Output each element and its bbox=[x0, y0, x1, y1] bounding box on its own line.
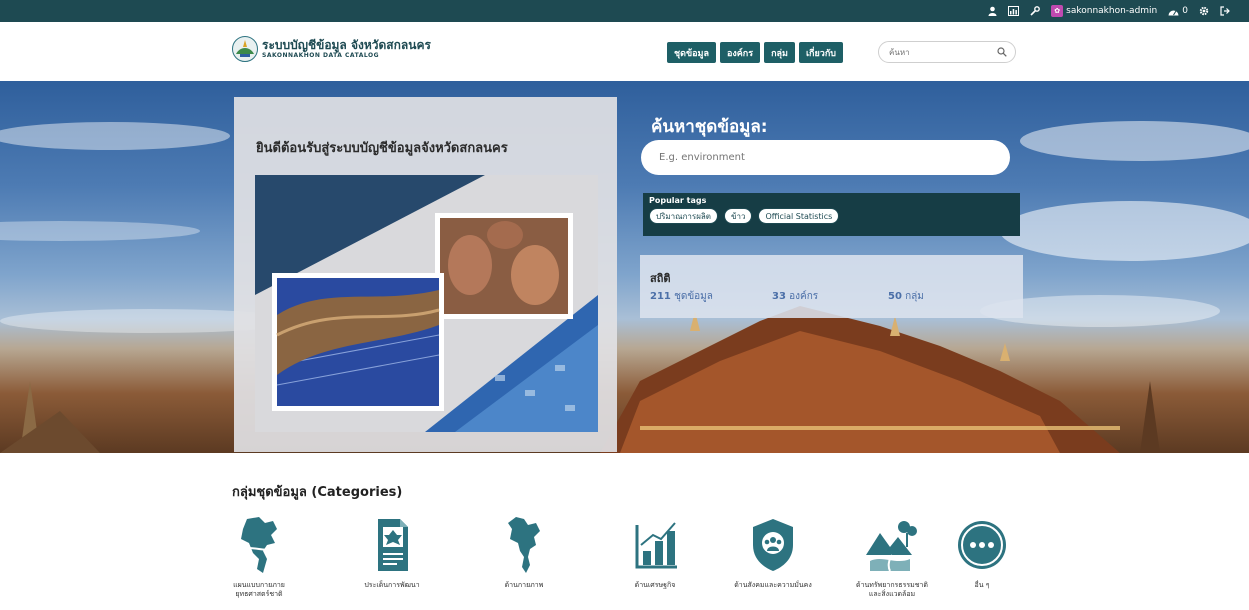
notifications-count: 0 bbox=[1182, 6, 1188, 16]
account-bar: ✿ sakonnakhon-admin 0 bbox=[0, 0, 1249, 22]
tag-official-statistics[interactable]: Official Statistics bbox=[758, 208, 840, 224]
stats-title: สถิติ bbox=[650, 272, 671, 285]
tag-rice[interactable]: ข้าว bbox=[723, 208, 753, 224]
temple-sky-background bbox=[0, 121, 1249, 453]
category-label: แผนแบบกายภาย bbox=[233, 581, 285, 589]
tag-production-volume[interactable]: ปริมาณการผลิต bbox=[649, 208, 718, 224]
org-avatar-icon: ✿ bbox=[1051, 5, 1064, 17]
category-label: ด้านเศรษฐกิจ bbox=[634, 581, 676, 589]
category-physical[interactable]: ด้านกายภาพ bbox=[474, 515, 574, 590]
nav-organizations[interactable]: องค์กร bbox=[719, 42, 761, 63]
user-profile-link[interactable]: ✿ sakonnakhon-admin bbox=[1051, 5, 1157, 17]
thailand-map-icon bbox=[236, 517, 284, 573]
dashboard-link[interactable] bbox=[1008, 6, 1020, 16]
logout-link[interactable] bbox=[1220, 6, 1230, 16]
province-emblem-icon bbox=[232, 36, 258, 62]
dataset-search-title: ค้นหาชุดข้อมูล: bbox=[651, 117, 768, 137]
stat-datasets-label: ชุดข้อมูล bbox=[674, 291, 713, 302]
dataset-search-input[interactable] bbox=[657, 151, 994, 164]
category-development-issues[interactable]: ประเด็นการพัฒนา bbox=[342, 515, 442, 590]
category-label-line2: ยุทธศาสตร์ชาติ bbox=[235, 590, 283, 598]
logo-subtitle: SAKONNAKHON DATA CATALOG bbox=[262, 52, 380, 59]
category-label: ด้านกายภาพ bbox=[504, 581, 544, 589]
popular-tags-title: Popular tags bbox=[649, 196, 707, 205]
stat-organizations-label: องค์กร bbox=[789, 291, 819, 302]
user-icon bbox=[988, 6, 997, 16]
header-search bbox=[878, 41, 1016, 63]
category-label-line2: และสิ่งแวดล้อม bbox=[868, 590, 916, 598]
stat-datasets-number: 211 bbox=[650, 291, 671, 302]
nav-about[interactable]: เกี่ยวกับ bbox=[798, 42, 843, 63]
header-search-input[interactable] bbox=[887, 46, 991, 58]
bar-chart-icon bbox=[635, 522, 677, 569]
search-icon[interactable] bbox=[997, 47, 1007, 57]
masthead: ระบบบัญชีข้อมูล จังหวัดสกลนคร SAKONNAKHO… bbox=[0, 22, 1249, 81]
category-label: ประเด็นการพัฒนา bbox=[364, 581, 420, 589]
stat-organizations-number: 33 bbox=[772, 291, 786, 302]
categories-heading: กลุ่มชุดข้อมูล (Categories) bbox=[232, 485, 403, 500]
wrench-icon bbox=[1030, 6, 1041, 16]
settings-link[interactable] bbox=[1199, 6, 1209, 16]
dashboard-icon bbox=[1168, 10, 1179, 15]
popular-tags: Popular tags ปริมาณการผลิต ข้าว Official… bbox=[643, 193, 1020, 236]
gear-icon bbox=[1199, 6, 1209, 16]
category-label: ด้านทรัพยากรธรรมชาติ bbox=[856, 581, 928, 589]
main-nav: ชุดข้อมูล องค์กร กลุ่ม เกี่ยวกับ bbox=[667, 42, 843, 63]
category-strategy-map[interactable]: แผนแบบกายภาย ยุทธศาสตร์ชาติ bbox=[209, 515, 309, 599]
dataset-search bbox=[641, 140, 1010, 175]
stat-groups-number: 50 bbox=[888, 291, 902, 302]
stat-organizations[interactable]: 33 องค์กร bbox=[772, 289, 818, 304]
username: sakonnakhon-admin bbox=[1066, 6, 1158, 16]
category-natural-resources[interactable]: ด้านทรัพยากรธรรมชาติ และสิ่งแวดล้อม bbox=[842, 515, 942, 599]
site-logo[interactable]: ระบบบัญชีข้อมูล จังหวัดสกลนคร SAKONNAKHO… bbox=[232, 36, 431, 62]
logo-title: ระบบบัญชีข้อมูล จังหวัดสกลนคร bbox=[262, 38, 431, 52]
document-icon bbox=[378, 519, 408, 571]
dashboard-notifications[interactable]: 0 bbox=[1168, 6, 1188, 16]
welcome-collage-image bbox=[255, 175, 598, 432]
more-icon bbox=[958, 521, 1006, 569]
thailand-map-icon bbox=[508, 517, 540, 573]
category-society-security[interactable]: ด้านสังคมและความมั่นคง bbox=[723, 515, 823, 590]
stat-groups-label: กลุ่ม bbox=[905, 291, 924, 302]
nav-groups[interactable]: กลุ่ม bbox=[764, 42, 795, 63]
sysadmin-link[interactable] bbox=[988, 6, 997, 16]
hero-banner: ยินดีต้อนรับสู่ระบบบัญชีข้อมูลจังหวัดสกล… bbox=[0, 81, 1249, 453]
nav-datasets[interactable]: ชุดข้อมูล bbox=[667, 42, 716, 63]
welcome-title: ยินดีต้อนรับสู่ระบบบัญชีข้อมูลจังหวัดสกล… bbox=[256, 141, 508, 156]
stat-datasets[interactable]: 211 ชุดข้อมูล bbox=[650, 289, 713, 304]
site-statistics: สถิติ 211 ชุดข้อมูล 33 องค์กร 50 กลุ่ม bbox=[640, 255, 1023, 318]
stat-groups[interactable]: 50 กลุ่ม bbox=[888, 289, 924, 304]
admin-link[interactable] bbox=[1030, 6, 1041, 16]
nature-icon bbox=[866, 521, 917, 572]
category-others[interactable]: อื่น ๆ bbox=[932, 515, 1032, 590]
category-economy[interactable]: ด้านเศรษฐกิจ bbox=[605, 515, 705, 590]
welcome-card: ยินดีต้อนรับสู่ระบบบัญชีข้อมูลจังหวัดสกล… bbox=[234, 97, 617, 452]
logout-icon bbox=[1220, 6, 1230, 16]
chart-icon bbox=[1008, 6, 1020, 16]
people-shield-icon bbox=[753, 519, 793, 571]
category-label: ด้านสังคมและความมั่นคง bbox=[734, 581, 812, 589]
category-label: อื่น ๆ bbox=[974, 581, 990, 589]
